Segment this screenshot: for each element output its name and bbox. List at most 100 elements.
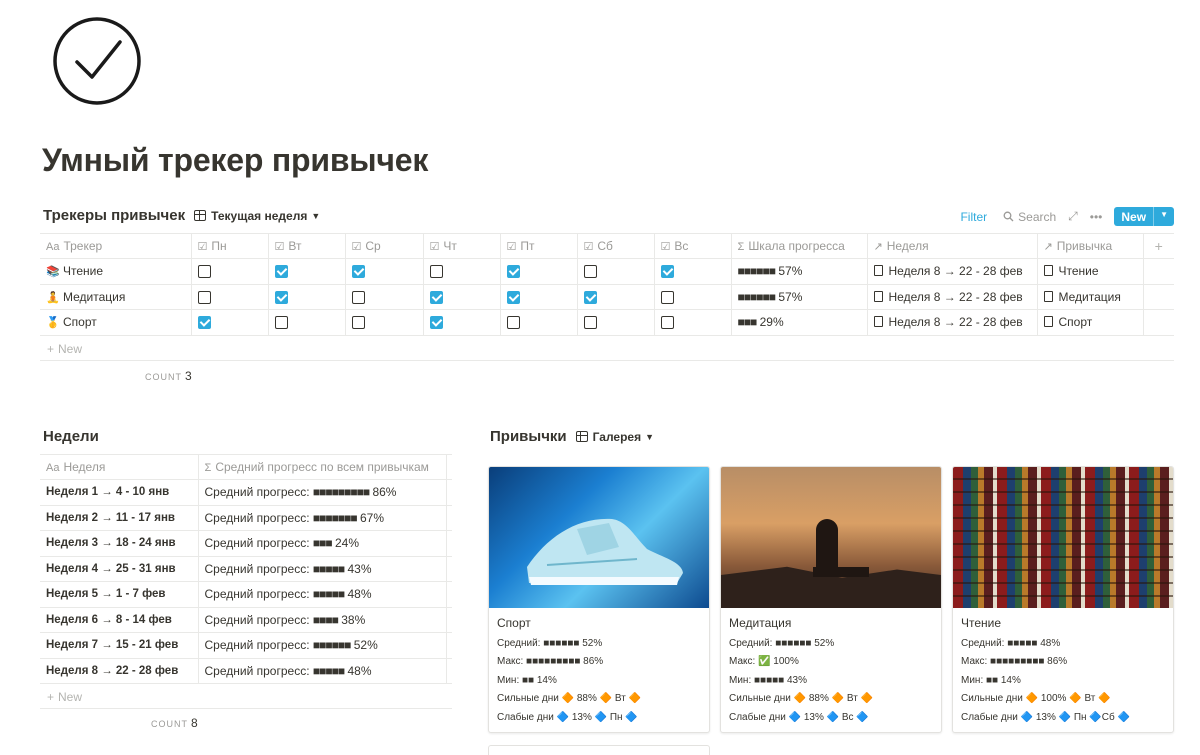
week-name-cell[interactable]: Неделя 8 → 22 - 28 фев <box>40 658 199 684</box>
col-wed[interactable]: ☑ Ср <box>345 233 424 259</box>
page-icon <box>873 290 883 302</box>
col-thu[interactable]: ☑ Чт <box>423 233 501 259</box>
week-name-cell[interactable]: Неделя 5 → 1 - 7 фев <box>40 581 199 608</box>
habit-card[interactable]: Спорт Средний: ■■■■■■ 52% Макс: ■■■■■■■■… <box>488 466 710 733</box>
day-checkbox[interactable] <box>506 316 520 330</box>
col-habit[interactable]: ↗ Привычка <box>1037 233 1144 259</box>
trackers-title[interactable]: Трекеры привычек <box>43 207 185 224</box>
weeks-add-new-row[interactable]: + New <box>47 690 82 704</box>
progress-bar: ■■■■■■ <box>312 638 351 653</box>
day-checkbox[interactable] <box>351 290 365 304</box>
day-checkbox[interactable] <box>197 316 211 330</box>
day-checkbox[interactable] <box>583 316 597 330</box>
week-name-cell[interactable]: Неделя 2 → 11 - 17 янв <box>40 505 199 531</box>
week-name-cell[interactable]: Неделя 1 → 4 - 10 янв <box>40 479 199 506</box>
day-checkbox[interactable] <box>506 265 520 279</box>
week-link[interactable]: Неделя 8 → 22 - 28 фев <box>889 264 1023 278</box>
week-row[interactable]: Неделя 3 → 18 - 24 янв Средний прогресс: … <box>40 530 452 557</box>
add-property-button[interactable]: + <box>1143 233 1174 259</box>
day-checkbox[interactable] <box>274 290 288 304</box>
filter-button[interactable]: Filter <box>960 210 987 224</box>
tracker-name-cell[interactable]: 🧘 Медитация <box>40 284 192 310</box>
week-name-cell[interactable]: Неделя 3 → 18 - 24 янв <box>40 530 199 557</box>
day-checkbox[interactable] <box>583 290 597 304</box>
week-name-cell[interactable]: Неделя 6 → 8 - 14 фев <box>40 607 199 633</box>
week-name-cell[interactable]: Неделя 4 → 25 - 31 янв <box>40 556 199 582</box>
search-button[interactable]: Search <box>1003 210 1056 224</box>
card-title: Чтение <box>961 616 1002 630</box>
col-week-name[interactable]: Aa Неделя <box>40 454 199 480</box>
day-checkbox[interactable] <box>429 316 443 330</box>
card-avg: Средний: ■■■■■■ 52% <box>729 638 835 649</box>
habit-link[interactable]: Медитация <box>1059 290 1121 304</box>
habits-view-selector[interactable]: Галерея ▼ <box>575 430 654 444</box>
day-cell <box>654 309 732 336</box>
col-tracker[interactable]: Aa Трекер <box>40 233 192 259</box>
day-checkbox[interactable] <box>429 290 443 304</box>
new-record-button[interactable]: New ▼ <box>1114 207 1174 226</box>
week-row[interactable]: Неделя 8 → 22 - 28 фев Средний прогресс: … <box>40 658 452 684</box>
week-row[interactable]: Неделя 7 → 15 - 21 фев Средний прогресс: … <box>40 632 452 659</box>
col-sat[interactable]: ☑ Сб <box>577 233 655 259</box>
col-tue[interactable]: ☑ Вт <box>268 233 346 259</box>
trackers-count[interactable]: COUNT 3 <box>145 369 192 383</box>
week-link[interactable]: Неделя 8 → 22 - 28 фев <box>889 290 1023 304</box>
habit-link[interactable]: Спорт <box>1059 315 1093 329</box>
habits-title[interactable]: Привычки <box>490 428 567 445</box>
divider <box>40 360 1174 361</box>
day-checkbox[interactable] <box>660 316 674 330</box>
week-row[interactable]: Неделя 5 → 1 - 7 фев Средний прогресс: ■■… <box>40 581 452 608</box>
card-avg: Средний: ■■■■■ 48% <box>961 638 1061 649</box>
week-cell[interactable]: Неделя 8 → 22 - 28 фев <box>867 258 1038 285</box>
col-week[interactable]: ↗ Неделя <box>867 233 1038 259</box>
habit-cell[interactable]: Чтение <box>1037 258 1144 285</box>
habit-card-partial[interactable] <box>488 745 710 755</box>
week-cell[interactable]: Неделя 8 → 22 - 28 фев <box>867 309 1038 336</box>
trackers-view-selector[interactable]: Текущая неделя ▼ <box>194 209 320 223</box>
tracker-row[interactable]: 🧘 Медитация ■■■■■■ 57% Неделя 8 → 22 - 28 ф… <box>40 284 1174 310</box>
day-checkbox[interactable] <box>660 265 674 279</box>
more-options-icon[interactable]: ••• <box>1090 210 1103 224</box>
habit-card[interactable]: Чтение Средний: ■■■■■ 48% Макс: ■■■■■■■■… <box>952 466 1174 733</box>
tracker-name-cell[interactable]: 📚 Чтение <box>40 258 192 285</box>
week-row[interactable]: Неделя 2 → 11 - 17 янв Средний прогресс: … <box>40 505 452 531</box>
day-checkbox[interactable] <box>583 265 597 279</box>
day-checkbox[interactable] <box>274 316 288 330</box>
meditation-cover-image <box>721 467 941 608</box>
day-cell <box>191 284 269 310</box>
week-row[interactable]: Неделя 1 → 4 - 10 янв Средний прогресс: ■… <box>40 479 452 506</box>
day-checkbox[interactable] <box>351 265 365 279</box>
tracker-name-cell[interactable]: 🥇 Спорт <box>40 309 192 336</box>
card-min: Мин: ■■ 14% <box>961 674 1021 686</box>
week-link[interactable]: Неделя 8 → 22 - 28 фев <box>889 315 1023 329</box>
day-checkbox[interactable] <box>274 265 288 279</box>
week-row[interactable]: Неделя 6 → 8 - 14 фев Средний прогресс: ■… <box>40 607 452 633</box>
chevron-down-icon[interactable]: ▼ <box>1153 207 1174 226</box>
tracker-row[interactable]: 🥇 Спорт ■■■ 29% Неделя 8 → 22 - 28 фев Спорт <box>40 309 1174 336</box>
day-checkbox[interactable] <box>660 290 674 304</box>
col-fri[interactable]: ☑ Пт <box>500 233 578 259</box>
habit-cell[interactable]: Спорт <box>1037 309 1144 336</box>
trackers-add-new-row[interactable]: + New <box>47 342 82 356</box>
col-mon[interactable]: ☑ Пн <box>191 233 269 259</box>
col-avg-progress[interactable]: Σ Средний прогресс по всем привычкам <box>198 454 447 480</box>
weeks-count[interactable]: COUNT 8 <box>151 716 198 730</box>
day-checkbox[interactable] <box>429 265 443 279</box>
week-row[interactable]: Неделя 4 → 25 - 31 янв Средний прогресс: … <box>40 556 452 582</box>
week-name-cell[interactable]: Неделя 7 → 15 - 21 фев <box>40 632 199 659</box>
day-checkbox[interactable] <box>197 290 211 304</box>
expand-icon[interactable]: ⤢ <box>1068 209 1078 224</box>
day-checkbox[interactable] <box>351 316 365 330</box>
day-checkbox[interactable] <box>506 290 520 304</box>
habit-cell[interactable]: Медитация <box>1037 284 1144 310</box>
empty-cell <box>446 607 452 633</box>
day-checkbox[interactable] <box>197 265 211 279</box>
habit-card[interactable]: Медитация Средний: ■■■■■■ 52% Макс: ✅ 10… <box>720 466 942 733</box>
week-cell[interactable]: Неделя 8 → 22 - 28 фев <box>867 284 1038 310</box>
new-button-label[interactable]: New <box>1114 207 1153 226</box>
col-sun[interactable]: ☑ Вс <box>654 233 732 259</box>
habit-link[interactable]: Чтение <box>1059 264 1099 278</box>
col-progress[interactable]: Σ Шкала прогресса <box>731 233 868 259</box>
weeks-title[interactable]: Недели <box>43 428 99 445</box>
tracker-row[interactable]: 📚 Чтение ■■■■■■ 57% Неделя 8 → 22 - 28 фев Ч… <box>40 258 1174 285</box>
